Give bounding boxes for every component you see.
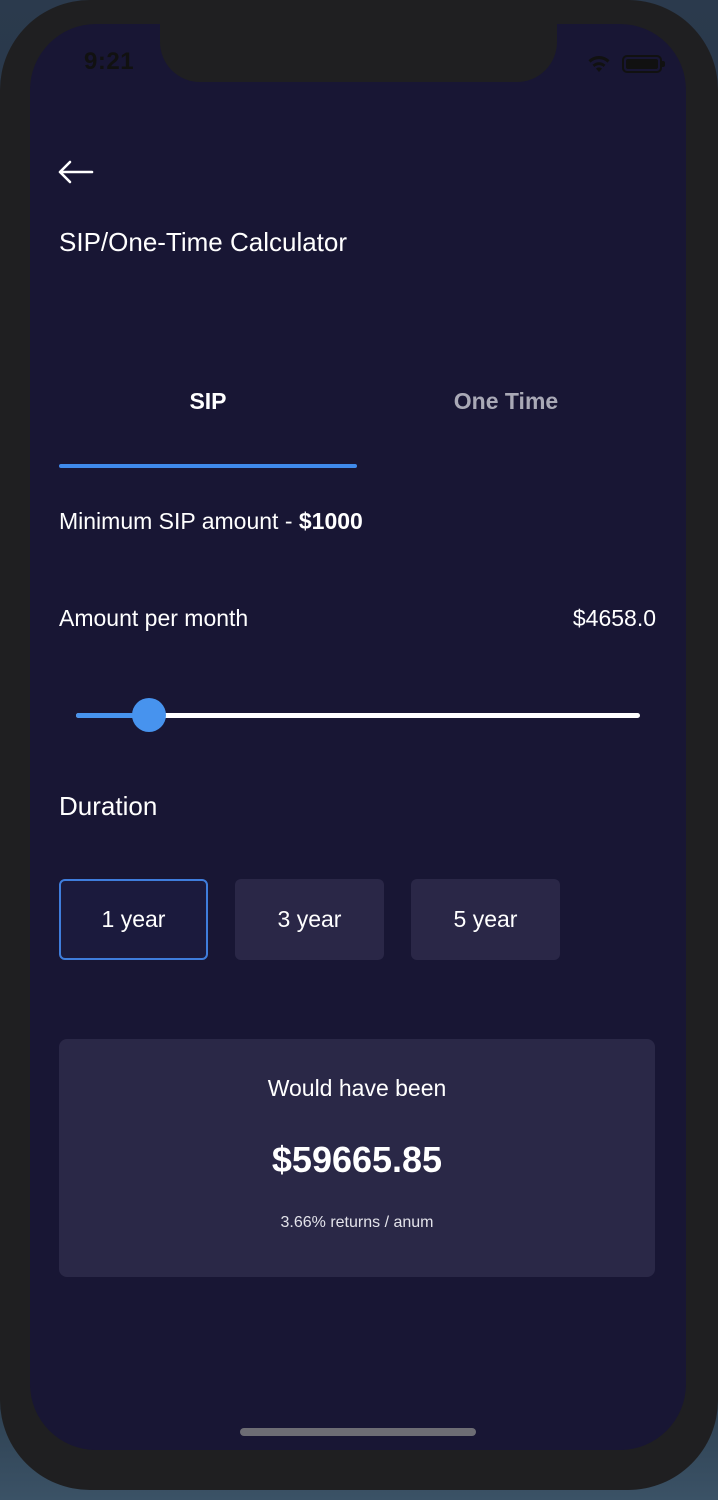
app-screen: 9:21 SIP/One-Time Calculator SIP One Tim xyxy=(30,24,686,1450)
amount-per-month-label: Amount per month xyxy=(59,605,249,631)
phone-frame: 9:21 SIP/One-Time Calculator SIP One Tim xyxy=(0,0,718,1490)
amount-per-month-value: $4658.0 xyxy=(572,605,656,631)
back-arrow-icon[interactable] xyxy=(56,154,96,190)
status-time: 9:21 xyxy=(84,48,135,75)
calculator-tabs: SIP One Time xyxy=(59,384,656,470)
duration-3-year-button[interactable]: 3 year xyxy=(235,879,384,960)
device-notch xyxy=(160,24,557,82)
result-returns: 3.66% returns / anum xyxy=(280,1214,434,1231)
duration-5-year-button[interactable]: 5 year xyxy=(411,879,560,960)
tab-one-time[interactable]: One Time xyxy=(357,384,655,470)
duration-1-year-button[interactable]: 1 year xyxy=(59,879,208,960)
duration-label: Duration xyxy=(59,791,158,821)
amount-slider[interactable] xyxy=(76,694,640,738)
result-card: Would have been $59665.85 3.66% returns … xyxy=(59,1039,655,1277)
wifi-icon xyxy=(586,54,612,74)
minimum-sip-note: Minimum SIP amount - $1000 xyxy=(59,508,363,535)
page-title: SIP/One-Time Calculator xyxy=(59,227,348,257)
battery-icon xyxy=(622,55,665,73)
active-tab-indicator xyxy=(59,464,357,468)
home-indicator xyxy=(240,1428,476,1436)
tab-sip[interactable]: SIP xyxy=(59,384,357,470)
slider-thumb[interactable] xyxy=(132,698,167,732)
status-icons xyxy=(586,54,665,74)
result-label: Would have been xyxy=(267,1075,447,1101)
minimum-sip-amount: $1000 xyxy=(298,508,363,534)
result-amount: $59665.85 xyxy=(271,1139,443,1180)
minimum-sip-label: Minimum SIP amount - xyxy=(59,508,299,534)
